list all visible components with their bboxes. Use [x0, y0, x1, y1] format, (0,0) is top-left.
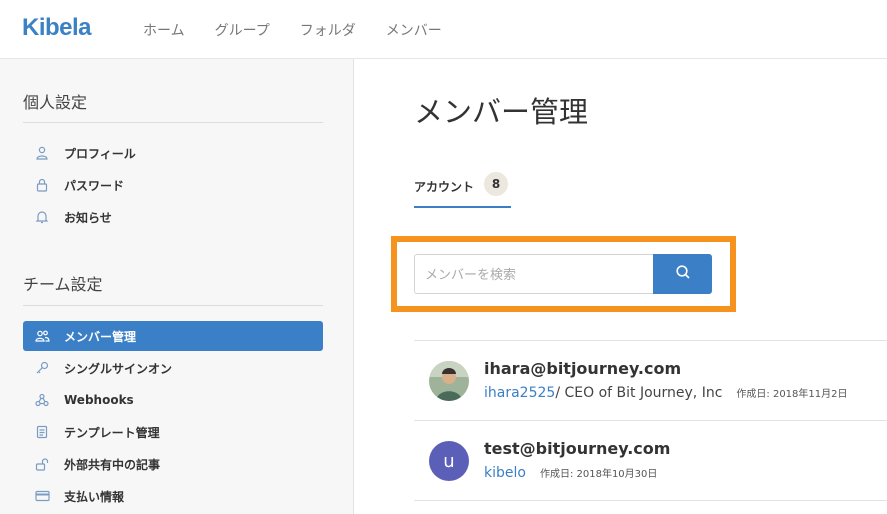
bell-icon [34, 209, 50, 225]
top-nav: ホーム グループ フォルダ メンバー [143, 0, 472, 59]
member-meta: ihara2525 / CEO of Bit Journey, Inc 作成日:… [484, 385, 848, 401]
tab-label: アカウント [414, 180, 475, 194]
sidebar-item-label: メンバー管理 [64, 329, 137, 344]
member-handle-link[interactable]: kibelo [484, 465, 526, 481]
sidebar-item-label: 支払い情報 [64, 489, 125, 504]
sidebar-item-member-management[interactable]: メンバー管理 [23, 321, 323, 351]
tab-accounts[interactable]: アカウント 8 [414, 172, 511, 208]
top-header: Kibela ホーム グループ フォルダ メンバー [0, 0, 887, 59]
sidebar-item-label: テンプレート管理 [64, 425, 160, 440]
nav-groups[interactable]: グループ [215, 20, 270, 40]
sidebar-item-notifications[interactable]: お知らせ [23, 202, 323, 232]
sidebar-item-templates[interactable]: テンプレート管理 [23, 417, 323, 447]
personal-settings-title: 個人設定 [23, 93, 88, 112]
key-icon [34, 360, 50, 376]
sidebar-item-password[interactable]: パスワード [23, 170, 323, 200]
kibela-logo[interactable]: Kibela [22, 14, 92, 42]
member-meta: kibelo 作成日: 2018年10月30日 [484, 465, 657, 481]
settings-sidebar: 個人設定 プロフィール パスワード お知らせ チーム設定 メンバー管理 シングル… [0, 59, 354, 514]
member-email[interactable]: test@bitjourney.com [484, 439, 670, 458]
avatar[interactable]: u [429, 441, 469, 481]
member-created-date: 作成日: 2018年10月30日 [539, 469, 658, 480]
webhook-icon [34, 392, 50, 408]
sidebar-item-label: Webhooks [64, 393, 134, 407]
unlock-icon [34, 456, 50, 472]
member-search-input[interactable] [414, 254, 654, 294]
sidebar-divider [23, 305, 323, 306]
sidebar-item-billing[interactable]: 支払い情報 [23, 481, 323, 511]
lock-icon [34, 177, 50, 193]
sidebar-item-webhooks[interactable]: Webhooks [23, 385, 323, 415]
nav-home[interactable]: ホーム [143, 20, 185, 40]
member-list: ihara@bitjourney.com ihara2525 / CEO of … [414, 340, 887, 501]
sidebar-item-label: シングルサインオン [64, 361, 173, 376]
document-icon [34, 424, 50, 440]
member-email[interactable]: ihara@bitjourney.com [484, 359, 681, 378]
user-icon [34, 145, 50, 161]
sidebar-divider [23, 122, 323, 123]
team-settings-title: チーム設定 [23, 275, 103, 294]
member-handle-link[interactable]: ihara2525 [484, 385, 555, 401]
sidebar-item-sso[interactable]: シングルサインオン [23, 353, 323, 383]
member-row: u test@bitjourney.com kibelo 作成日: 2018年1… [414, 421, 887, 501]
search-button[interactable] [653, 254, 712, 294]
member-created-date: 作成日: 2018年11月2日 [736, 389, 848, 400]
member-row: ihara@bitjourney.com ihara2525 / CEO of … [414, 341, 887, 421]
sidebar-item-label: お知らせ [64, 210, 112, 225]
sidebar-item-profile[interactable]: プロフィール [23, 138, 323, 168]
nav-members[interactable]: メンバー [386, 20, 442, 40]
sidebar-item-label: 外部共有中の記事 [64, 457, 161, 472]
search-icon [675, 264, 691, 284]
sidebar-item-label: パスワード [64, 178, 125, 193]
users-icon [34, 328, 50, 344]
nav-folders[interactable]: フォルダ [300, 20, 356, 40]
credit-card-icon [34, 488, 50, 504]
sidebar-item-label: プロフィール [64, 146, 136, 161]
page-title: メンバー管理 [414, 95, 589, 129]
tab-count-badge: 8 [484, 172, 509, 196]
member-title: / CEO of Bit Journey, Inc [555, 385, 723, 401]
avatar[interactable] [429, 361, 469, 401]
sidebar-item-shared-articles[interactable]: 外部共有中の記事 [23, 449, 323, 479]
